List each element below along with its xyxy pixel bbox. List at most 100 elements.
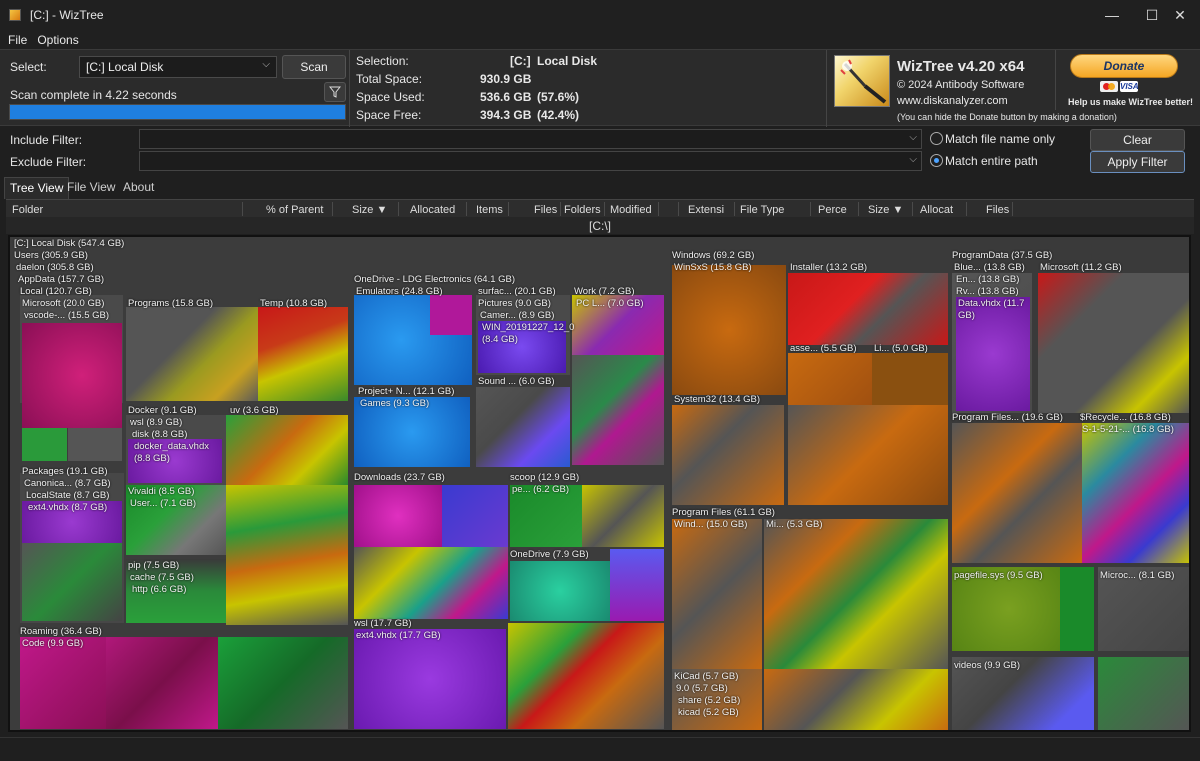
col-extension[interactable]: Extensi — [688, 204, 724, 216]
tab-tree-view[interactable]: Tree View — [4, 177, 70, 199]
col-modified[interactable]: Modified — [610, 204, 652, 216]
col-size[interactable]: Size ▼ — [352, 204, 387, 216]
include-filter-label: Include Filter: — [10, 133, 83, 147]
treemap-node-downloads-2[interactable] — [442, 485, 508, 547]
tab-file-view[interactable]: File View — [62, 177, 120, 199]
treemap-node-system32[interactable] — [672, 405, 784, 505]
treemap-node-scoop-rest[interactable] — [582, 485, 664, 547]
col-file-type[interactable]: File Type — [740, 204, 784, 216]
treemap-node-videos-rest[interactable] — [1098, 657, 1189, 730]
treemap-node-onedrive-2[interactable] — [610, 549, 664, 621]
space-free-value: 394.3 GB — [480, 108, 532, 122]
treemap-node-wind[interactable] — [672, 519, 762, 669]
tm-label: ProgramData (37.5 GB) — [952, 250, 1053, 261]
match-entire-path-radio[interactable] — [930, 154, 943, 167]
close-button[interactable]: ✕ — [1160, 0, 1200, 30]
space-used-value: 536.6 GB — [480, 90, 532, 104]
scan-status: Scan complete in 4.22 seconds — [10, 88, 177, 102]
tm-label: pe... (6.2 GB) — [512, 484, 570, 495]
treemap[interactable]: [C:] Local Disk (547.4 GB) Users (305.9 … — [8, 235, 1191, 732]
tab-about[interactable]: About — [118, 177, 159, 199]
exclude-filter-label: Exclude Filter: — [10, 155, 87, 169]
tm-label: Project+ N... (12.1 GB) — [358, 386, 455, 397]
col-percent[interactable]: Perce — [818, 204, 847, 216]
treemap-node-vscode-magenta[interactable] — [22, 323, 122, 428]
treemap-node-green[interactable] — [22, 428, 67, 461]
treemap-node-winsxs[interactable] — [672, 265, 786, 395]
donate-note: (You can hide the Donate button by makin… — [897, 112, 1117, 122]
scan-panel: Select: [C:] Local Disk ⌵ Scan Scan comp… — [0, 49, 1200, 127]
divider — [826, 50, 827, 127]
col-size-2[interactable]: Size ▼ — [868, 204, 903, 216]
treemap-node-packages-rest[interactable] — [22, 543, 122, 621]
treemap-node-pagefile-green[interactable] — [1060, 567, 1094, 651]
treemap-node-gray[interactable] — [68, 428, 122, 461]
treemap-node-onedrive[interactable] — [510, 561, 610, 621]
treemap-node-emulators-magenta[interactable] — [430, 295, 472, 335]
col-pct-parent[interactable]: % of Parent — [266, 204, 323, 216]
treemap-node-misc-bottom[interactable] — [508, 623, 664, 729]
tm-label: disk (8.8 GB) — [132, 429, 188, 440]
treemap-node-downloads-1[interactable] — [354, 485, 442, 547]
treemap-node-uv[interactable] — [226, 415, 348, 485]
tm-label: Roaming (36.4 GB) — [20, 626, 102, 637]
treemap-node-downloads-3[interactable] — [354, 547, 508, 619]
donate-caption: Help us make WizTree better! — [1068, 97, 1193, 107]
treemap-node-temp[interactable] — [258, 307, 348, 401]
col-folder[interactable]: Folder — [12, 204, 43, 216]
tm-label: WinSxS (15.8 GB) — [674, 262, 752, 273]
tm-label: User... (7.1 GB) — [130, 498, 196, 509]
brand-url[interactable]: www.diskanalyzer.com — [897, 95, 1008, 107]
donate-button[interactable]: Donate — [1070, 54, 1178, 78]
treemap-node-li[interactable] — [872, 353, 948, 405]
treemap-node-roaming-magenta[interactable] — [106, 637, 218, 729]
col-folders[interactable]: Folders — [564, 204, 601, 216]
treemap-node-recycle[interactable] — [1082, 423, 1189, 563]
chevron-down-icon: ⌵ — [909, 154, 917, 165]
col-items[interactable]: Items — [476, 204, 503, 216]
treemap-node-sound[interactable] — [476, 387, 570, 467]
treemap-node-work-rest[interactable] — [572, 355, 664, 465]
treemap-node-kicad-rest[interactable] — [764, 669, 948, 730]
tm-label: Microsoft (11.2 GB) — [1040, 262, 1122, 273]
include-filter-input[interactable]: ⌵ — [139, 129, 922, 149]
treemap-node-ext4b[interactable] — [354, 629, 506, 729]
treemap-node-programfiles-rest[interactable] — [764, 519, 948, 669]
total-space-label: Total Space: — [356, 72, 423, 86]
minimize-button[interactable]: — — [1092, 0, 1132, 30]
clear-button[interactable]: Clear — [1090, 129, 1185, 151]
tm-label: S-1-5-21-... (16.8 GB) — [1082, 424, 1174, 435]
filter-funnel-icon[interactable] — [324, 82, 346, 102]
brand-name: WizTree v4.20 x64 — [897, 58, 1025, 75]
treemap-node-code[interactable] — [20, 637, 106, 729]
selection-drive: [C:] — [510, 54, 531, 68]
menu-file[interactable]: File — [8, 33, 27, 47]
apply-filter-button[interactable]: Apply Filter — [1090, 151, 1185, 173]
tm-label: 9.0 (5.7 GB) — [676, 683, 728, 694]
treemap-node-windows-rest[interactable] — [788, 405, 948, 505]
col-allocated-2[interactable]: Allocat — [920, 204, 953, 216]
treemap-node-msprog[interactable] — [1038, 273, 1189, 413]
col-allocated[interactable]: Allocated — [410, 204, 455, 216]
tm-label: videos (9.9 GB) — [954, 660, 1020, 671]
menu-options[interactable]: Options — [37, 33, 78, 47]
treemap-node-programfilesx[interactable] — [952, 423, 1082, 563]
selection-name: Local Disk — [537, 54, 598, 68]
tm-label: Work (7.2 GB) — [574, 286, 635, 297]
treemap-node-roaming-green[interactable] — [218, 637, 348, 729]
tm-label: Programs (15.8 GB) — [128, 298, 213, 309]
treemap-node-asse[interactable] — [788, 353, 872, 405]
col-files[interactable]: Files — [534, 204, 557, 216]
match-file-name-radio[interactable] — [930, 132, 943, 145]
scan-progress-fill — [10, 105, 345, 119]
scan-button[interactable]: Scan — [282, 55, 346, 79]
tm-label: Microsoft (20.0 GB) — [22, 298, 105, 309]
treemap-node-installer[interactable] — [788, 273, 948, 345]
col-files-2[interactable]: Files — [986, 204, 1009, 216]
drive-select[interactable]: [C:] Local Disk ⌵ — [79, 56, 277, 78]
treemap-node-misc-local[interactable] — [226, 485, 348, 625]
exclude-filter-row: Exclude Filter: ⌵ Match entire path Appl… — [0, 151, 1200, 173]
exclude-filter-input[interactable]: ⌵ — [139, 151, 922, 171]
tm-label: GB) — [958, 310, 975, 321]
treemap-node-programs[interactable] — [126, 307, 258, 401]
